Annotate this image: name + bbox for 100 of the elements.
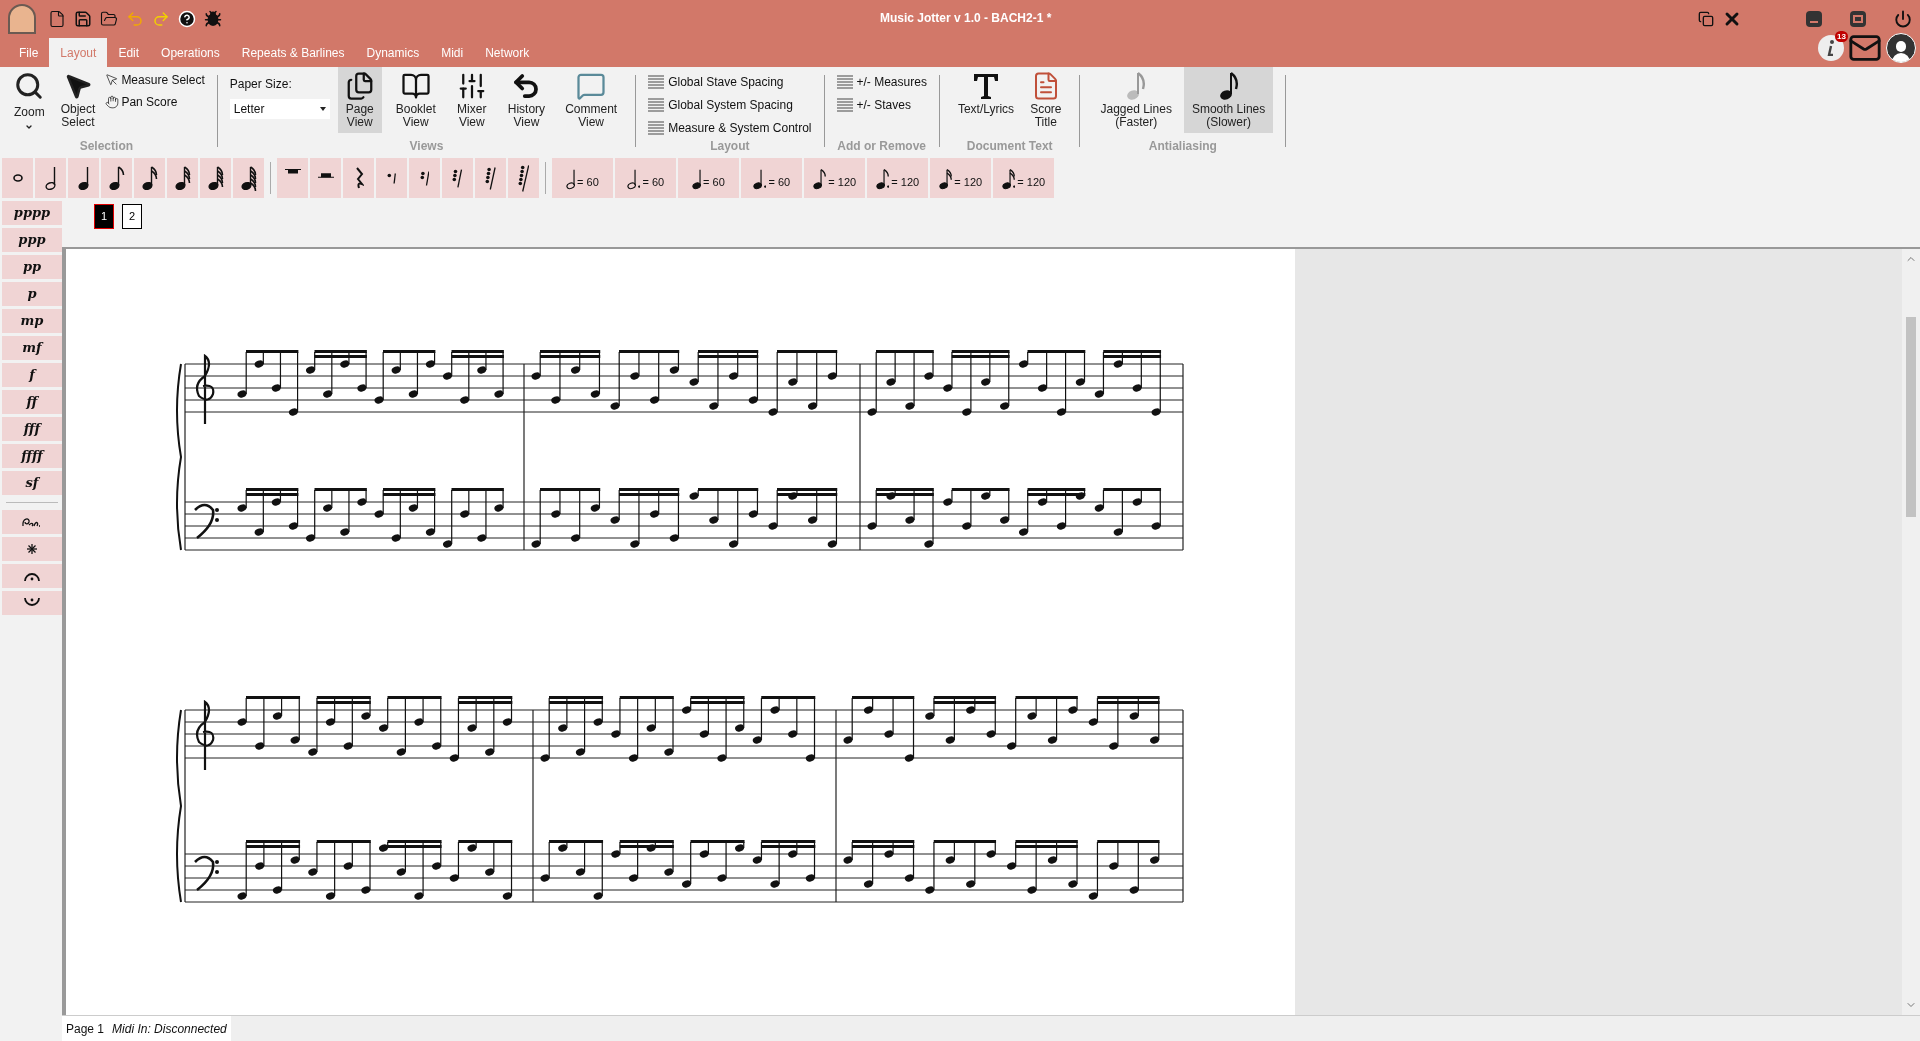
avatar-icon[interactable] [1886, 33, 1916, 63]
quarter-rest-icon [353, 167, 364, 189]
note-icon [566, 168, 576, 190]
group-label: Document Text [966, 138, 1053, 155]
score-title-button[interactable]: Score Title [1024, 67, 1068, 133]
lines-icon [836, 75, 853, 89]
rest-button[interactable] [475, 158, 506, 198]
layout-option[interactable]: Global Stave Spacing [648, 73, 812, 91]
dynamic-marking-button[interactable]: f [2, 363, 62, 387]
layout-option[interactable]: Measure & System Control [648, 119, 812, 137]
bug-icon[interactable] [204, 10, 222, 28]
rest-button[interactable] [277, 158, 308, 198]
tempo-button[interactable]: = 120 [930, 158, 991, 198]
note-value-button[interactable] [35, 158, 66, 198]
maximize-button[interactable] [1850, 11, 1866, 27]
note-icon [108, 165, 125, 191]
dynamic-marking-button[interactable]: fff [2, 417, 62, 441]
note-value-button[interactable] [200, 158, 231, 198]
group-label: Selection [79, 138, 134, 155]
note-value-button[interactable] [134, 158, 165, 198]
dynamic-marking-button[interactable]: ppp [2, 228, 62, 252]
lines-icon [648, 75, 665, 89]
view-button[interactable]: Page View [337, 67, 382, 133]
rest-button[interactable] [310, 158, 341, 198]
page-tab[interactable]: 1 [94, 204, 114, 229]
dynamic-marking-button[interactable]: ff [2, 390, 62, 414]
help-icon[interactable] [178, 10, 196, 28]
note-value-button[interactable] [68, 158, 99, 198]
text-lyrics-button[interactable]: Text/Lyrics [951, 67, 1021, 133]
tempo-button[interactable]: = 120 [993, 158, 1054, 198]
ornament-button[interactable] [2, 564, 62, 588]
note-icon [141, 165, 158, 191]
new-file-icon[interactable] [48, 10, 66, 28]
view-button[interactable]: Comment View [559, 67, 624, 133]
dynamic-marking-button[interactable]: pp [2, 255, 62, 279]
scrollbar-thumb[interactable] [1906, 317, 1916, 517]
object-select-button[interactable]: Object Select [54, 67, 102, 133]
dynamic-marking-button[interactable]: pppp [2, 201, 62, 225]
paper-size-dropdown[interactable]: Letter [229, 99, 330, 119]
rest-button[interactable] [343, 158, 374, 198]
antialiasing-button[interactable]: Jagged Lines (Faster) [1092, 67, 1180, 133]
notification-badge: 13 [1835, 31, 1848, 42]
eighth-note-icon [1125, 71, 1148, 101]
note-value-button[interactable] [167, 158, 198, 198]
note-value-button[interactable] [2, 158, 33, 198]
tempo-button[interactable]: = 60 [615, 158, 676, 198]
add-remove-option[interactable]: +/- Measures [836, 73, 927, 91]
rest-icon [419, 170, 430, 186]
rest-icon [387, 172, 396, 184]
note-icon [938, 168, 953, 190]
tempo-button[interactable]: = 60 [678, 158, 739, 198]
speech-bubble-icon [576, 71, 607, 101]
lines-icon [648, 98, 665, 112]
rest-icon [485, 166, 496, 190]
pan-score-button[interactable]: Pan Score [105, 93, 205, 111]
power-icon[interactable] [1894, 10, 1912, 28]
half-rest-icon [317, 172, 334, 178]
dynamic-marking-button[interactable]: p [2, 282, 62, 306]
tempo-button[interactable]: = 120 [867, 158, 928, 198]
note-icon [78, 165, 89, 191]
tempo-button[interactable]: = 60 [741, 158, 802, 198]
view-button[interactable]: History View [501, 67, 552, 133]
dynamic-marking-button[interactable]: sf [2, 471, 62, 495]
window-title: Music Jotter v 1.0 - BACH2-1 * [880, 10, 1052, 27]
ornament-button[interactable] [2, 510, 62, 534]
antialiasing-button[interactable]: Smooth Lines (Slower) [1183, 67, 1274, 133]
rest-button[interactable] [508, 158, 539, 198]
lines-icon [648, 121, 665, 135]
note-value-button[interactable] [101, 158, 132, 198]
layout-option[interactable]: Global System Spacing [648, 96, 812, 114]
ornament-button[interactable] [2, 537, 62, 561]
save-icon[interactable] [74, 10, 92, 28]
dynamic-marking-button[interactable]: ffff [2, 444, 62, 468]
ornament-button[interactable] [2, 591, 62, 615]
zoom-button[interactable]: Zoom [8, 67, 51, 133]
tempo-button[interactable]: = 120 [804, 158, 865, 198]
restore-icon[interactable] [1698, 11, 1714, 27]
eighth-note-icon [1217, 71, 1240, 101]
letter-t-icon [971, 71, 1001, 101]
view-button[interactable]: Booklet View [389, 67, 442, 133]
dynamic-marking-button[interactable]: mp [2, 309, 62, 333]
page-tab[interactable]: 2 [122, 204, 142, 229]
search-icon [14, 71, 45, 101]
measure-select-button[interactable]: Measure Select [105, 71, 205, 89]
whole-note-icon [12, 174, 23, 182]
group-label: Antialiasing [1148, 138, 1217, 155]
hand-icon [105, 95, 120, 109]
dynamic-marking-button[interactable]: mf [2, 336, 62, 360]
view-button[interactable]: Mixer View [449, 67, 494, 133]
rest-icon [452, 168, 463, 188]
rest-icon [517, 164, 530, 192]
minimize-button[interactable] [1806, 11, 1822, 27]
add-remove-option[interactable]: +/- Staves [836, 96, 927, 114]
open-folder-icon[interactable] [100, 10, 118, 28]
rest-button[interactable] [442, 158, 473, 198]
note-value-button[interactable] [233, 158, 264, 198]
pointer-icon [105, 73, 120, 87]
tempo-button[interactable]: = 60 [552, 158, 613, 198]
note-icon [752, 168, 767, 190]
rest-button[interactable] [409, 158, 440, 198]
